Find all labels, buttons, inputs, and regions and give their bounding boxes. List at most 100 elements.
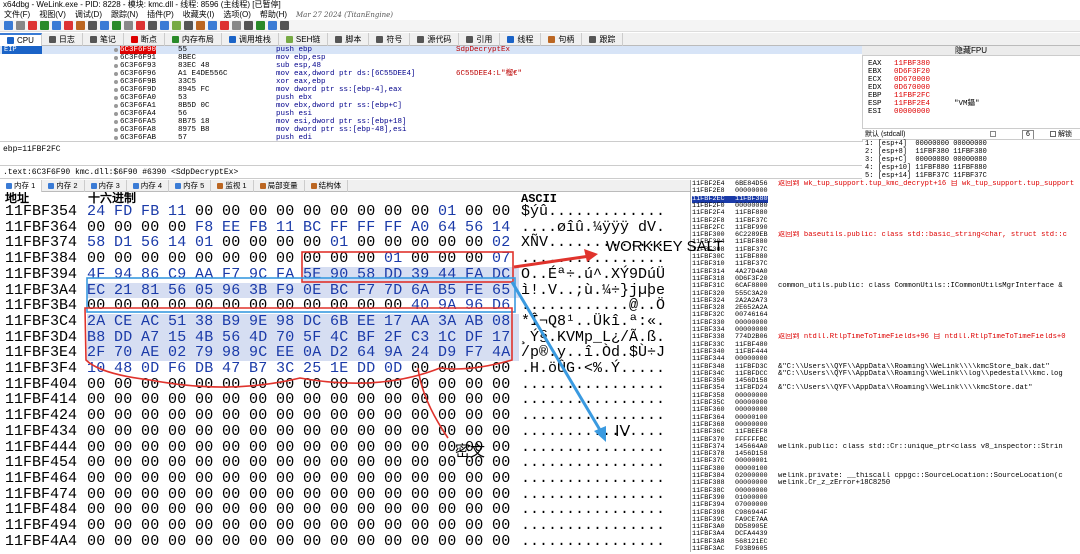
hex-byte[interactable]: 00 <box>357 533 384 550</box>
hex-byte[interactable]: 00 <box>411 251 438 267</box>
toolbar-icon[interactable] <box>100 21 109 30</box>
hex-byte[interactable]: 01 <box>195 235 222 251</box>
dump-hex-bytes[interactable]: 00 00 00 00 00 00 00 00 00 00 00 00 00 00 00 00 <box>87 392 519 408</box>
hex-byte[interactable]: 14 <box>168 235 195 251</box>
tab-1[interactable]: 日志 <box>42 32 83 46</box>
toolbar-icon[interactable] <box>160 21 169 30</box>
dump-ascii[interactable]: ................ <box>521 439 665 456</box>
hex-byte[interactable]: 00 <box>438 471 465 487</box>
hex-byte[interactable]: 00 <box>303 533 330 550</box>
hex-byte[interactable]: C3 <box>411 329 438 346</box>
dump-hex-bytes[interactable]: 00 00 00 00 00 00 00 00 00 00 00 00 40 9A 96 D6 <box>87 298 519 314</box>
hex-byte[interactable]: 00 <box>384 424 411 440</box>
toolbar-icon[interactable] <box>112 21 121 30</box>
hex-byte[interactable]: 00 <box>465 471 492 487</box>
hex-byte[interactable]: 15 <box>168 329 195 346</box>
breakpoint-dot-icon[interactable] <box>114 136 118 140</box>
hex-byte[interactable]: EE <box>222 219 249 236</box>
hex-byte[interactable]: FF <box>330 219 357 236</box>
disasm-row[interactable]: 6C3F6FAB 57 push edi <box>0 134 862 141</box>
hex-byte[interactable]: 17 <box>384 314 411 330</box>
hex-byte[interactable]: 79 <box>195 345 222 361</box>
hex-byte[interactable]: 00 <box>276 455 303 471</box>
hex-byte[interactable]: 00 <box>492 518 519 534</box>
hex-byte[interactable]: 00 <box>492 424 519 440</box>
hex-byte[interactable]: 21 <box>114 282 141 299</box>
hex-byte[interactable]: AE <box>141 345 168 361</box>
hex-byte[interactable]: 00 <box>330 455 357 471</box>
dump-ascii[interactable]: ................ <box>521 518 665 534</box>
dump-tab-3[interactable]: 内存 4 <box>127 179 170 192</box>
hex-byte[interactable]: 00 <box>195 471 222 487</box>
hex-byte[interactable]: 51 <box>168 314 195 330</box>
hex-byte[interactable]: 00 <box>195 392 222 408</box>
hex-byte[interactable]: 00 <box>87 392 114 408</box>
hex-byte[interactable]: 00 <box>438 408 465 424</box>
hex-byte[interactable]: 5F <box>303 329 330 346</box>
tab-9[interactable]: 源代码 <box>410 32 460 46</box>
hex-byte[interactable]: DD <box>114 329 141 346</box>
hex-byte[interactable]: 00 <box>330 298 357 314</box>
menu-item[interactable]: 文件(F) <box>4 10 30 20</box>
breakpoint-dot-icon[interactable] <box>114 64 118 68</box>
register-value[interactable]: 11FBF2E4 <box>894 100 954 108</box>
dump-ascii[interactable]: *Î¬Q8¹..Ükî.ª:«. <box>521 314 665 330</box>
hex-byte[interactable]: 00 <box>276 424 303 440</box>
hex-byte[interactable]: 00 <box>168 251 195 267</box>
hex-byte[interactable]: 00 <box>249 471 276 487</box>
hex-byte[interactable]: B5 <box>438 282 465 299</box>
hex-byte[interactable]: 00 <box>195 376 222 393</box>
hex-byte[interactable]: 00 <box>195 518 222 534</box>
hex-byte[interactable]: 00 <box>87 471 114 487</box>
hex-byte[interactable]: 00 <box>168 533 195 550</box>
argument-row[interactable]: 2: [esp+8] 11FBF380 11FBF380 <box>865 148 1080 156</box>
toolbar-icon[interactable] <box>124 21 133 30</box>
hex-byte[interactable]: 00 <box>411 471 438 487</box>
hex-byte[interactable]: 00 <box>276 408 303 424</box>
hex-byte[interactable]: FF <box>384 219 411 236</box>
hex-byte[interactable]: 00 <box>195 533 222 550</box>
hex-byte[interactable]: 0D <box>384 361 411 377</box>
hex-byte[interactable]: 00 <box>465 251 492 267</box>
dump-tab-1[interactable]: 内存 2 <box>42 179 85 192</box>
dump-hex-bytes[interactable]: 2F 70 AE 02 79 98 9C EE 0A D2 64 9A 24 D9 F7 4A <box>87 345 519 361</box>
hex-byte[interactable]: 00 <box>114 298 141 314</box>
hex-byte[interactable]: 00 <box>87 518 114 534</box>
dump-row[interactable]: 11FBF434 00 00 00 00 00 00 00 00 00 00 00 00 00 00 00 00… <box>0 424 690 440</box>
hex-byte[interactable]: 00 <box>195 486 222 503</box>
argument-row[interactable]: 3: [esp+C] 00000080 00000080 <box>865 156 1080 164</box>
hex-byte[interactable]: CE <box>114 314 141 330</box>
hex-byte[interactable]: 00 <box>141 502 168 518</box>
dump-ascii[interactable]: ................ <box>521 455 665 471</box>
hex-byte[interactable]: F7 <box>465 345 492 361</box>
hex-byte[interactable]: 08 <box>492 314 519 330</box>
hex-byte[interactable]: 00 <box>249 204 276 220</box>
tab-13[interactable]: 跟踪 <box>582 32 624 46</box>
hex-byte[interactable]: 00 <box>465 486 492 503</box>
register-value[interactable]: 0D6F3F20 <box>894 68 954 76</box>
register-row[interactable]: ESI 00000000 <box>868 108 954 116</box>
hex-byte[interactable]: AB <box>465 314 492 330</box>
calling-convention-bar[interactable]: 默认 (stdcall) 6 解锁 <box>862 128 1080 140</box>
hex-byte[interactable]: 00 <box>357 439 384 456</box>
tab-12[interactable]: 句柄 <box>541 32 583 46</box>
hex-byte[interactable]: 00 <box>465 235 492 251</box>
hex-byte[interactable]: 00 <box>168 455 195 471</box>
dump-row[interactable]: 11FBF384 00 00 00 00 00 00 00 00 00 00 00 01 00 00 00 07… <box>0 251 690 267</box>
hex-byte[interactable]: 00 <box>384 298 411 314</box>
menu-item[interactable]: 插件(P) <box>147 10 174 20</box>
toolbar-icon[interactable] <box>244 21 253 30</box>
hex-byte[interactable]: 00 <box>465 204 492 220</box>
hex-byte[interactable]: 01 <box>330 235 357 251</box>
hex-byte[interactable]: 00 <box>249 518 276 534</box>
tab-11[interactable]: 线程 <box>500 32 542 46</box>
hex-byte[interactable]: 9A <box>438 298 465 314</box>
hex-byte[interactable]: 11 <box>168 204 195 220</box>
hex-byte[interactable]: 00 <box>276 502 303 518</box>
disasm-row[interactable]: 6C3F6FA4 56 push esi <box>0 110 862 118</box>
breakpoint-dot-icon[interactable] <box>114 96 118 100</box>
hex-byte[interactable]: D9 <box>438 345 465 361</box>
hex-byte[interactable]: 00 <box>114 471 141 487</box>
hex-byte[interactable]: 00 <box>222 392 249 408</box>
hex-byte[interactable]: 00 <box>222 204 249 220</box>
